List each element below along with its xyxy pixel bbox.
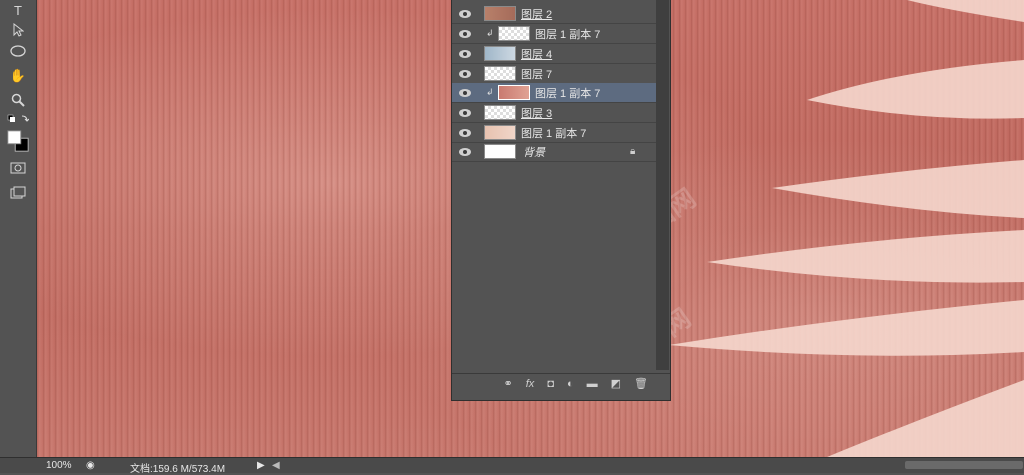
- layer-name: 图层 3: [521, 107, 553, 120]
- layer-thumbnail: [498, 85, 530, 100]
- trash-icon[interactable]: 🗑︎: [634, 377, 648, 390]
- visibility-eye-icon[interactable]: [459, 9, 471, 18]
- type-tool-icon[interactable]: T: [6, 0, 30, 20]
- layer-thumbnail: [484, 105, 516, 120]
- visibility-eye-icon[interactable]: [459, 69, 471, 78]
- screen-mode-icon[interactable]: [6, 183, 30, 203]
- default-colors-icon[interactable]: [6, 110, 30, 130]
- layer-name: 图层 2: [521, 8, 553, 21]
- status-menu-arrow-icon[interactable]: ▶: [257, 460, 265, 471]
- layer-row[interactable]: 图层 7: [452, 64, 656, 84]
- visibility-eye-icon[interactable]: [459, 128, 471, 137]
- layers-panel-footer: ⚭ fx ◘ ◐ ▬ ◩ 🗑︎: [452, 373, 670, 393]
- layer-row[interactable]: 背景 🔒︎: [452, 142, 656, 162]
- clipping-arrow-icon: ↲: [486, 28, 494, 38]
- scroll-left-arrow-icon[interactable]: ◀: [272, 460, 280, 471]
- hand-tool-icon[interactable]: ✋: [6, 66, 30, 86]
- layer-thumbnail: [484, 46, 516, 61]
- status-info-icon[interactable]: ◉: [86, 460, 95, 471]
- folder-icon[interactable]: ▬: [587, 378, 598, 390]
- layer-name: 图层 4: [521, 48, 553, 61]
- link-icon[interactable]: ⚭: [504, 377, 513, 390]
- layer-row[interactable]: ↲ 图层 1 副本 7: [452, 24, 656, 44]
- visibility-eye-icon[interactable]: [459, 147, 471, 156]
- lock-icon: 🔒︎: [630, 146, 636, 157]
- layer-row[interactable]: 图层 1 副本 7: [452, 123, 656, 143]
- clipping-arrow-icon: ↲: [486, 87, 494, 97]
- status-bar: 100% ◉ 文档:159.6 M/573.4M ▶ ◀: [0, 457, 1024, 475]
- layer-thumbnail: [498, 26, 530, 41]
- path-selection-tool-icon[interactable]: [6, 20, 30, 40]
- layer-name: 图层 1 副本 7: [535, 28, 601, 41]
- layers-panel: 图层 2 ↲ 图层 1 副本 7 图层 4 图层 7 ↲ 图层 1 副本 7 图…: [451, 0, 671, 401]
- layer-row[interactable]: 图层 2: [452, 4, 656, 24]
- horizontal-scrollbar[interactable]: [905, 461, 1023, 469]
- visibility-eye-icon[interactable]: [459, 88, 471, 97]
- layer-thumbnail: [484, 125, 516, 140]
- document-size: 文档:159.6 M/573.4M: [130, 464, 226, 475]
- foreground-background-color-icon[interactable]: [6, 128, 30, 154]
- layer-row-selected[interactable]: ↲ 图层 1 副本 7: [452, 83, 656, 103]
- layer-name: 图层 7: [521, 68, 553, 81]
- layer-name: 图层 1 副本 7: [521, 127, 587, 140]
- layers-scrollbar[interactable]: [656, 0, 669, 370]
- visibility-eye-icon[interactable]: [459, 49, 471, 58]
- new-layer-icon[interactable]: ◩: [611, 377, 621, 390]
- zoom-level[interactable]: 100%: [46, 460, 72, 471]
- zoom-tool-icon[interactable]: [6, 90, 30, 110]
- visibility-eye-icon[interactable]: [459, 108, 471, 117]
- layer-thumbnail: [484, 6, 516, 21]
- adjustment-icon[interactable]: ◐: [567, 378, 574, 390]
- layer-thumbnail: [484, 66, 516, 81]
- fx-icon[interactable]: fx: [526, 378, 535, 390]
- layer-name: 背景: [523, 146, 545, 159]
- mask-icon[interactable]: ◘: [547, 378, 554, 390]
- layer-name: 图层 1 副本 7: [535, 87, 601, 100]
- layer-row[interactable]: 图层 3: [452, 103, 656, 123]
- visibility-eye-icon[interactable]: [459, 29, 471, 38]
- quick-mask-icon[interactable]: [6, 158, 30, 178]
- ellipse-tool-icon[interactable]: [6, 41, 30, 61]
- layer-thumbnail: [484, 144, 516, 159]
- tools-panel: T ✋: [0, 0, 37, 458]
- layer-row[interactable]: 图层 4: [452, 44, 656, 64]
